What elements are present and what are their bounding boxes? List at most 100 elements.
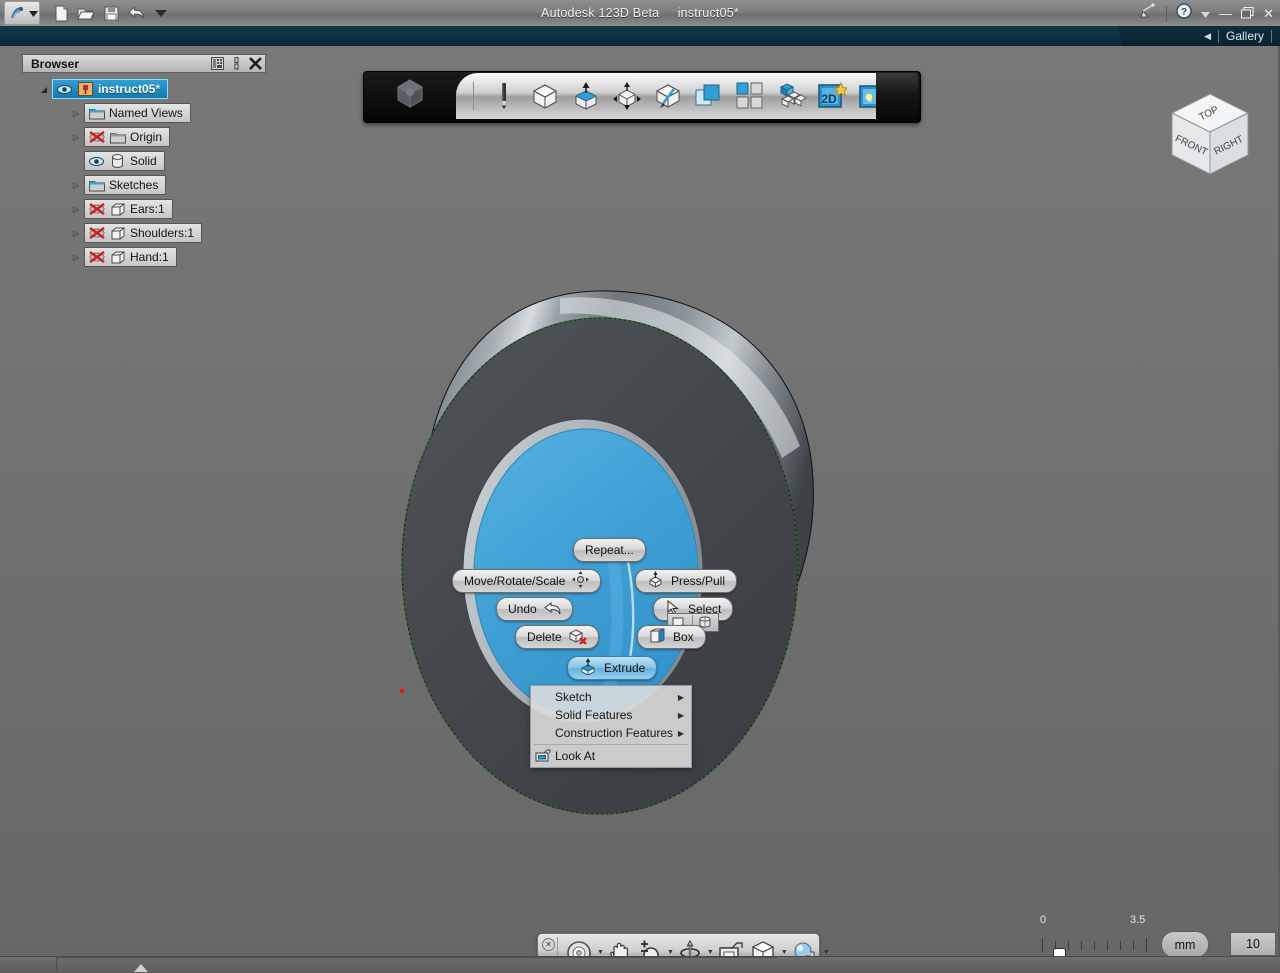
marking-menu-move-rotate-scale[interactable]: Move/Rotate/Scale bbox=[452, 569, 602, 593]
marking-menu-item-label: Delete bbox=[527, 630, 562, 644]
marking-menu-press-pull[interactable]: Press/Pull bbox=[635, 569, 738, 593]
zoom-caret-icon[interactable]: ▼ bbox=[667, 949, 674, 956]
tree-node-label: instruct05* bbox=[98, 82, 161, 96]
visual-style-caret-icon[interactable]: ▼ bbox=[823, 949, 830, 956]
orbit-icon[interactable] bbox=[676, 938, 704, 956]
visual-style-icon[interactable] bbox=[790, 938, 820, 956]
app-title: Autodesk 123D Beta bbox=[541, 6, 660, 20]
tree-expander-icon[interactable]: ▷ bbox=[68, 181, 84, 190]
tree-expander-icon[interactable]: ▷ bbox=[68, 229, 84, 238]
eye-icon[interactable] bbox=[88, 154, 105, 168]
browser-close-icon[interactable] bbox=[248, 56, 263, 71]
material-paint-icon[interactable] bbox=[652, 80, 684, 112]
command-toolbar: 2D bbox=[363, 71, 921, 123]
snap-value-field[interactable]: 10 bbox=[1230, 932, 1276, 956]
orbit-caret-icon[interactable]: ▼ bbox=[707, 949, 714, 956]
tree-node-instruct05[interactable]: ◢ instruct05* bbox=[36, 79, 266, 99]
quick-access-toolbar bbox=[4, 1, 170, 25]
context-menu-item-sketch[interactable]: Sketch ▶ bbox=[531, 688, 691, 706]
tree-expander-icon[interactable]: ▷ bbox=[68, 205, 84, 214]
marking-menu-item-label: Undo bbox=[508, 602, 537, 616]
nav-close-icon[interactable]: ✕ bbox=[542, 938, 555, 951]
context-menu-item-look-at[interactable]: Look At bbox=[531, 747, 691, 765]
combine-icon[interactable] bbox=[693, 80, 725, 112]
gallery-tab[interactable]: Gallery bbox=[1226, 29, 1264, 43]
status-bar-inner bbox=[56, 957, 777, 971]
marking-menu-box[interactable]: Box bbox=[637, 625, 706, 649]
cube-cluster-logo-icon[interactable] bbox=[364, 73, 456, 121]
viewport-canvas[interactable]: Browser ◢ instruct05* ▷ Named Views ▷ Or… bbox=[0, 46, 1280, 956]
hidden-x-icon[interactable] bbox=[88, 202, 105, 216]
gallery-collapse-arrow-icon[interactable]: ◀ bbox=[1204, 31, 1211, 42]
tree-expander-icon[interactable]: ▷ bbox=[68, 109, 84, 118]
eye-icon[interactable] bbox=[56, 82, 73, 96]
marking-menu-undo[interactable]: Undo bbox=[496, 597, 573, 621]
tree-node-solid[interactable]: Solid bbox=[84, 151, 266, 171]
look-at-view-icon[interactable] bbox=[716, 938, 746, 956]
press-pull-icon[interactable] bbox=[570, 80, 602, 112]
steering-wheel-caret-icon[interactable]: ▼ bbox=[597, 949, 604, 956]
units-button[interactable]: mm bbox=[1161, 931, 1209, 956]
browser-filter-icon[interactable] bbox=[210, 56, 225, 71]
tree-node-label: Solid bbox=[130, 154, 157, 168]
pan-hand-icon[interactable] bbox=[606, 938, 634, 956]
group-blocks-icon[interactable] bbox=[775, 80, 807, 112]
view-cube-caret-icon[interactable]: ▼ bbox=[781, 949, 788, 956]
view-cube[interactable]: TOP FRONT RIGHT bbox=[1160, 86, 1260, 186]
ruler-max-label: 3.5 bbox=[1130, 914, 1146, 926]
command-tool-list: 2D bbox=[468, 73, 909, 119]
context-menu-item-label: Sketch bbox=[555, 690, 592, 704]
tree-node-label: Hand:1 bbox=[130, 250, 169, 264]
satellite-dish-icon[interactable] bbox=[1139, 3, 1157, 24]
marking-menu-repeat[interactable]: Repeat... bbox=[573, 538, 646, 562]
tree-expander-icon[interactable]: ◢ bbox=[36, 85, 52, 94]
pattern-grid-icon[interactable] bbox=[734, 80, 766, 112]
minimize-button[interactable]: — bbox=[1219, 7, 1232, 20]
marking-menu-delete[interactable]: Delete bbox=[515, 625, 599, 649]
customize-dropdown-icon[interactable] bbox=[152, 4, 170, 22]
context-menu-item-construction-features[interactable]: Construction Features ▶ bbox=[531, 724, 691, 742]
move-rotate-scale-icon bbox=[572, 571, 590, 591]
tree-node-named-views[interactable]: ▷ Named Views bbox=[68, 103, 266, 123]
ruler-min-label: 0 bbox=[1040, 914, 1047, 926]
tree-expander-icon[interactable]: ▷ bbox=[68, 253, 84, 262]
new-file-icon[interactable] bbox=[52, 4, 70, 22]
context-menu-item-solid-features[interactable]: Solid Features ▶ bbox=[531, 706, 691, 724]
zoom-icon[interactable] bbox=[636, 938, 664, 956]
context-menu: Sketch ▶ Solid Features ▶ Construction F… bbox=[530, 685, 692, 768]
undo-icon[interactable] bbox=[127, 4, 145, 22]
ruler-slider-thumb[interactable] bbox=[1053, 948, 1066, 956]
hidden-x-icon[interactable] bbox=[88, 226, 105, 240]
tree-node-hand[interactable]: ▷ Hand:1 bbox=[68, 247, 266, 267]
modify-icon[interactable] bbox=[611, 80, 643, 112]
view-cube-toggle-icon[interactable] bbox=[748, 938, 778, 956]
primitives-cube-icon[interactable] bbox=[529, 80, 561, 112]
tree-node-sketches[interactable]: ▷ Sketches bbox=[68, 175, 266, 195]
tree-node-origin[interactable]: ▷ Origin bbox=[68, 127, 266, 147]
folder-icon bbox=[88, 106, 105, 120]
tree-node-shoulders[interactable]: ▷ Shoulders:1 bbox=[68, 223, 266, 243]
help-dropdown-icon[interactable] bbox=[1201, 5, 1211, 23]
help-icon[interactable]: ? bbox=[1176, 3, 1192, 24]
steering-wheel-icon[interactable] bbox=[564, 938, 594, 956]
tree-expander-icon[interactable]: ▷ bbox=[68, 133, 84, 142]
sketch-pencil-icon[interactable] bbox=[488, 80, 520, 112]
tree-node-ears[interactable]: ▷ Ears:1 bbox=[68, 199, 266, 219]
application-menu-button[interactable] bbox=[4, 1, 40, 25]
nav-grip[interactable] bbox=[557, 937, 558, 956]
browser-dock-icon[interactable] bbox=[229, 56, 244, 71]
save-file-icon[interactable] bbox=[102, 4, 120, 22]
command-toolbar-overflow[interactable] bbox=[876, 73, 918, 119]
drawing-2d-icon[interactable]: 2D bbox=[816, 80, 848, 112]
ruler-tick bbox=[1107, 941, 1108, 950]
marking-menu-item-label: Move/Rotate/Scale bbox=[464, 574, 566, 588]
marking-menu-item-label: Extrude bbox=[604, 661, 646, 675]
open-file-icon[interactable] bbox=[77, 4, 95, 22]
close-button[interactable]: ✕ bbox=[1263, 7, 1274, 20]
hidden-x-icon[interactable] bbox=[88, 130, 105, 144]
marking-menu-extrude[interactable]: Extrude bbox=[567, 656, 658, 680]
hidden-x-icon[interactable] bbox=[88, 250, 105, 264]
restore-button[interactable] bbox=[1241, 6, 1254, 21]
window-title: Autodesk 123D Beta instruct05* bbox=[0, 0, 1280, 26]
marking-menu-item-label: Box bbox=[673, 630, 694, 644]
